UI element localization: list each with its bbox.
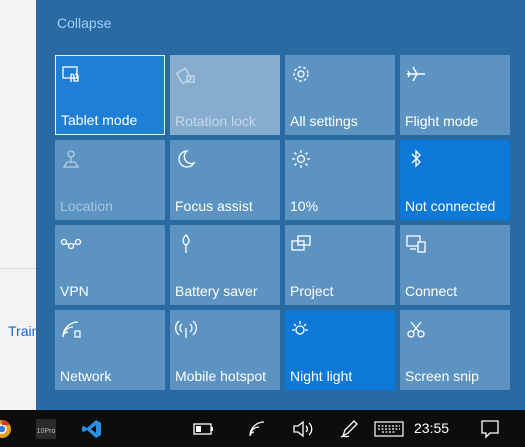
brightness-icon <box>290 149 312 169</box>
tile-all-settings[interactable]: All settings <box>285 55 395 135</box>
tile-label: 10% <box>290 198 319 214</box>
pen-icon[interactable] <box>336 410 362 447</box>
wifi-icon[interactable] <box>244 410 270 447</box>
airplane-icon <box>405 64 427 84</box>
tile-location[interactable]: Location <box>55 140 165 220</box>
tile-label: Focus assist <box>175 198 253 214</box>
battery-saver-icon <box>175 234 197 254</box>
tile-label: Not connected <box>405 198 496 214</box>
tile-label: Flight mode <box>405 113 479 129</box>
divider <box>0 268 36 269</box>
tile-tablet-mode[interactable]: Tablet mode <box>55 55 165 135</box>
connect-icon <box>405 234 427 254</box>
collapse-link[interactable]: Collapse <box>57 15 111 31</box>
tile-vpn[interactable]: VPN <box>55 225 165 305</box>
tile-screen-snip[interactable]: Screen snip <box>400 310 510 390</box>
tile-label: Tablet mode <box>61 112 138 128</box>
screen-snip-icon <box>405 319 427 339</box>
tile-label: All settings <box>290 113 358 129</box>
tile-label: Rotation lock <box>175 113 256 129</box>
vpn-icon <box>60 234 82 254</box>
moon-icon <box>175 149 197 169</box>
tile-brightness[interactable]: 10% <box>285 140 395 220</box>
mobile-hotspot-icon <box>175 319 197 339</box>
rotation-lock-icon <box>175 64 197 84</box>
tile-label: Connect <box>405 283 458 299</box>
project-icon <box>290 234 312 254</box>
vscode-icon[interactable] <box>80 410 104 447</box>
battery-icon[interactable] <box>190 410 218 447</box>
tile-project[interactable]: Project <box>285 225 395 305</box>
taskbar-clock[interactable]: 23:55 <box>414 410 449 447</box>
notifications-icon[interactable] <box>476 410 504 447</box>
volume-icon[interactable] <box>290 410 316 447</box>
tile-label: Battery saver <box>175 283 258 299</box>
tile-bluetooth[interactable]: Not connected <box>400 140 510 220</box>
tablet-mode-icon <box>61 65 83 85</box>
gear-icon <box>290 64 312 84</box>
bluetooth-icon <box>405 149 427 169</box>
action-center: Collapse Tablet mode Rotation lock All s… <box>36 0 525 410</box>
tile-label: Mobile hotspot <box>175 368 267 384</box>
tile-label: Network <box>60 368 112 384</box>
taskbar: 10Pro 23:55 <box>0 410 525 447</box>
xmind-icon[interactable]: 10Pro <box>34 410 58 447</box>
chrome-icon[interactable] <box>0 410 14 447</box>
tile-night-light[interactable]: Night light <box>285 310 395 390</box>
tile-label: Project <box>290 283 334 299</box>
background-app: Train <box>0 0 36 410</box>
tile-label: Night light <box>290 368 353 384</box>
tile-mobile-hotspot[interactable]: Mobile hotspot <box>170 310 280 390</box>
night-light-icon <box>290 319 312 339</box>
background-link[interactable]: Train <box>8 323 36 339</box>
tile-rotation-lock[interactable]: Rotation lock <box>170 55 280 135</box>
tile-focus-assist[interactable]: Focus assist <box>170 140 280 220</box>
keyboard-icon[interactable] <box>372 410 406 447</box>
tile-flight-mode[interactable]: Flight mode <box>400 55 510 135</box>
tile-label: Location <box>60 198 113 214</box>
xmind-label: 10Pro <box>37 428 56 435</box>
tile-label: Screen snip <box>405 368 479 384</box>
network-icon <box>60 319 82 339</box>
tile-battery-saver[interactable]: Battery saver <box>170 225 280 305</box>
tile-label: VPN <box>60 283 89 299</box>
tile-network[interactable]: Network <box>55 310 165 390</box>
location-icon <box>60 149 82 169</box>
tile-connect[interactable]: Connect <box>400 225 510 305</box>
